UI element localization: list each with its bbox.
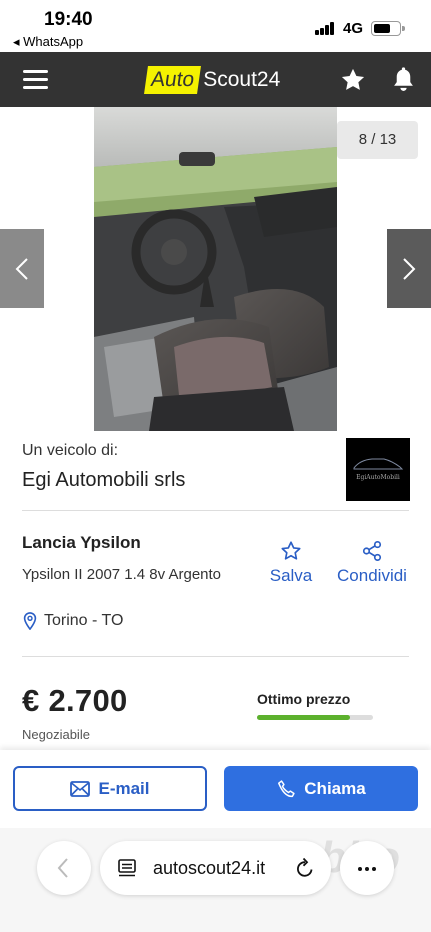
car-silhouette-icon xyxy=(353,458,404,470)
logo-scout: Scout24 xyxy=(203,68,281,91)
network-type: 4G xyxy=(343,20,364,37)
share-button[interactable]: Condividi xyxy=(332,540,412,586)
status-bar: 19:40 ◂ WhatsApp 4G xyxy=(0,0,431,52)
star-icon[interactable] xyxy=(339,66,367,94)
email-label: E-mail xyxy=(98,778,150,798)
next-photo-button[interactable] xyxy=(387,229,431,308)
dealer-name[interactable]: Egi Automobili srls xyxy=(22,469,185,492)
price-rating-fill xyxy=(257,715,350,720)
location-text: Torino - TO xyxy=(44,612,124,629)
photo-gallery: 8 / 13 xyxy=(0,107,431,431)
hamburger-icon[interactable] xyxy=(23,70,48,90)
vehicle-make-model: Lancia Ypsilon xyxy=(22,533,141,552)
share-label: Condividi xyxy=(337,566,407,585)
star-outline-icon xyxy=(281,541,301,560)
price-rating-label: Ottimo prezzo xyxy=(257,691,351,707)
back-to-whatsapp-link[interactable]: ◂ WhatsApp xyxy=(13,34,83,50)
bell-icon[interactable] xyxy=(391,66,416,94)
vehicle-version: Ypsilon II 2007 1.4 8v Argento xyxy=(22,566,222,583)
negotiable-label: Negoziabile xyxy=(22,727,90,742)
price-rating-bar xyxy=(257,715,373,720)
photo-counter: 8 / 13 xyxy=(337,121,418,159)
phone-icon xyxy=(278,779,295,797)
dealer-logo-text: EgiAutoMobili xyxy=(356,474,400,481)
location-pin-icon xyxy=(23,612,37,630)
autoscout24-logo[interactable]: Auto Scout24 xyxy=(144,65,281,95)
url-text: autoscout24.it xyxy=(153,858,266,878)
call-button[interactable]: Chiama xyxy=(224,766,418,811)
dealer-logo[interactable]: EgiAutoMobili xyxy=(346,438,410,501)
reader-icon[interactable] xyxy=(117,858,137,878)
site-header: Auto Scout24 xyxy=(0,52,431,107)
envelope-icon xyxy=(70,780,91,797)
chevron-right-icon xyxy=(403,258,416,280)
car-interior-photo[interactable] xyxy=(94,107,337,431)
dealer-label: Un veicolo di: xyxy=(22,442,119,459)
status-time: 19:40 xyxy=(44,9,93,30)
save-button[interactable]: Salva xyxy=(265,540,317,586)
vehicle-location: Torino - TO xyxy=(22,612,123,630)
email-button[interactable]: E-mail xyxy=(13,766,207,811)
more-options-button[interactable] xyxy=(340,841,394,895)
battery-icon xyxy=(371,21,405,36)
price: € 2.700 xyxy=(22,683,128,718)
reload-icon[interactable] xyxy=(295,857,315,879)
contact-bar: E-mail Chiama xyxy=(0,750,431,828)
address-bar[interactable]: autoscout24.it xyxy=(100,841,331,895)
share-icon xyxy=(362,541,382,561)
chevron-left-icon xyxy=(57,858,68,878)
divider xyxy=(22,656,409,657)
signal-icon xyxy=(315,22,335,35)
previous-photo-button[interactable] xyxy=(0,229,44,308)
call-label: Chiama xyxy=(304,778,366,798)
browser-back-button[interactable] xyxy=(37,841,91,895)
chevron-left-icon xyxy=(15,258,28,280)
divider xyxy=(22,510,409,511)
save-label: Salva xyxy=(269,566,313,585)
logo-auto: Auto xyxy=(144,66,202,94)
browser-toolbar: subito autoscout24.it xyxy=(0,828,431,932)
